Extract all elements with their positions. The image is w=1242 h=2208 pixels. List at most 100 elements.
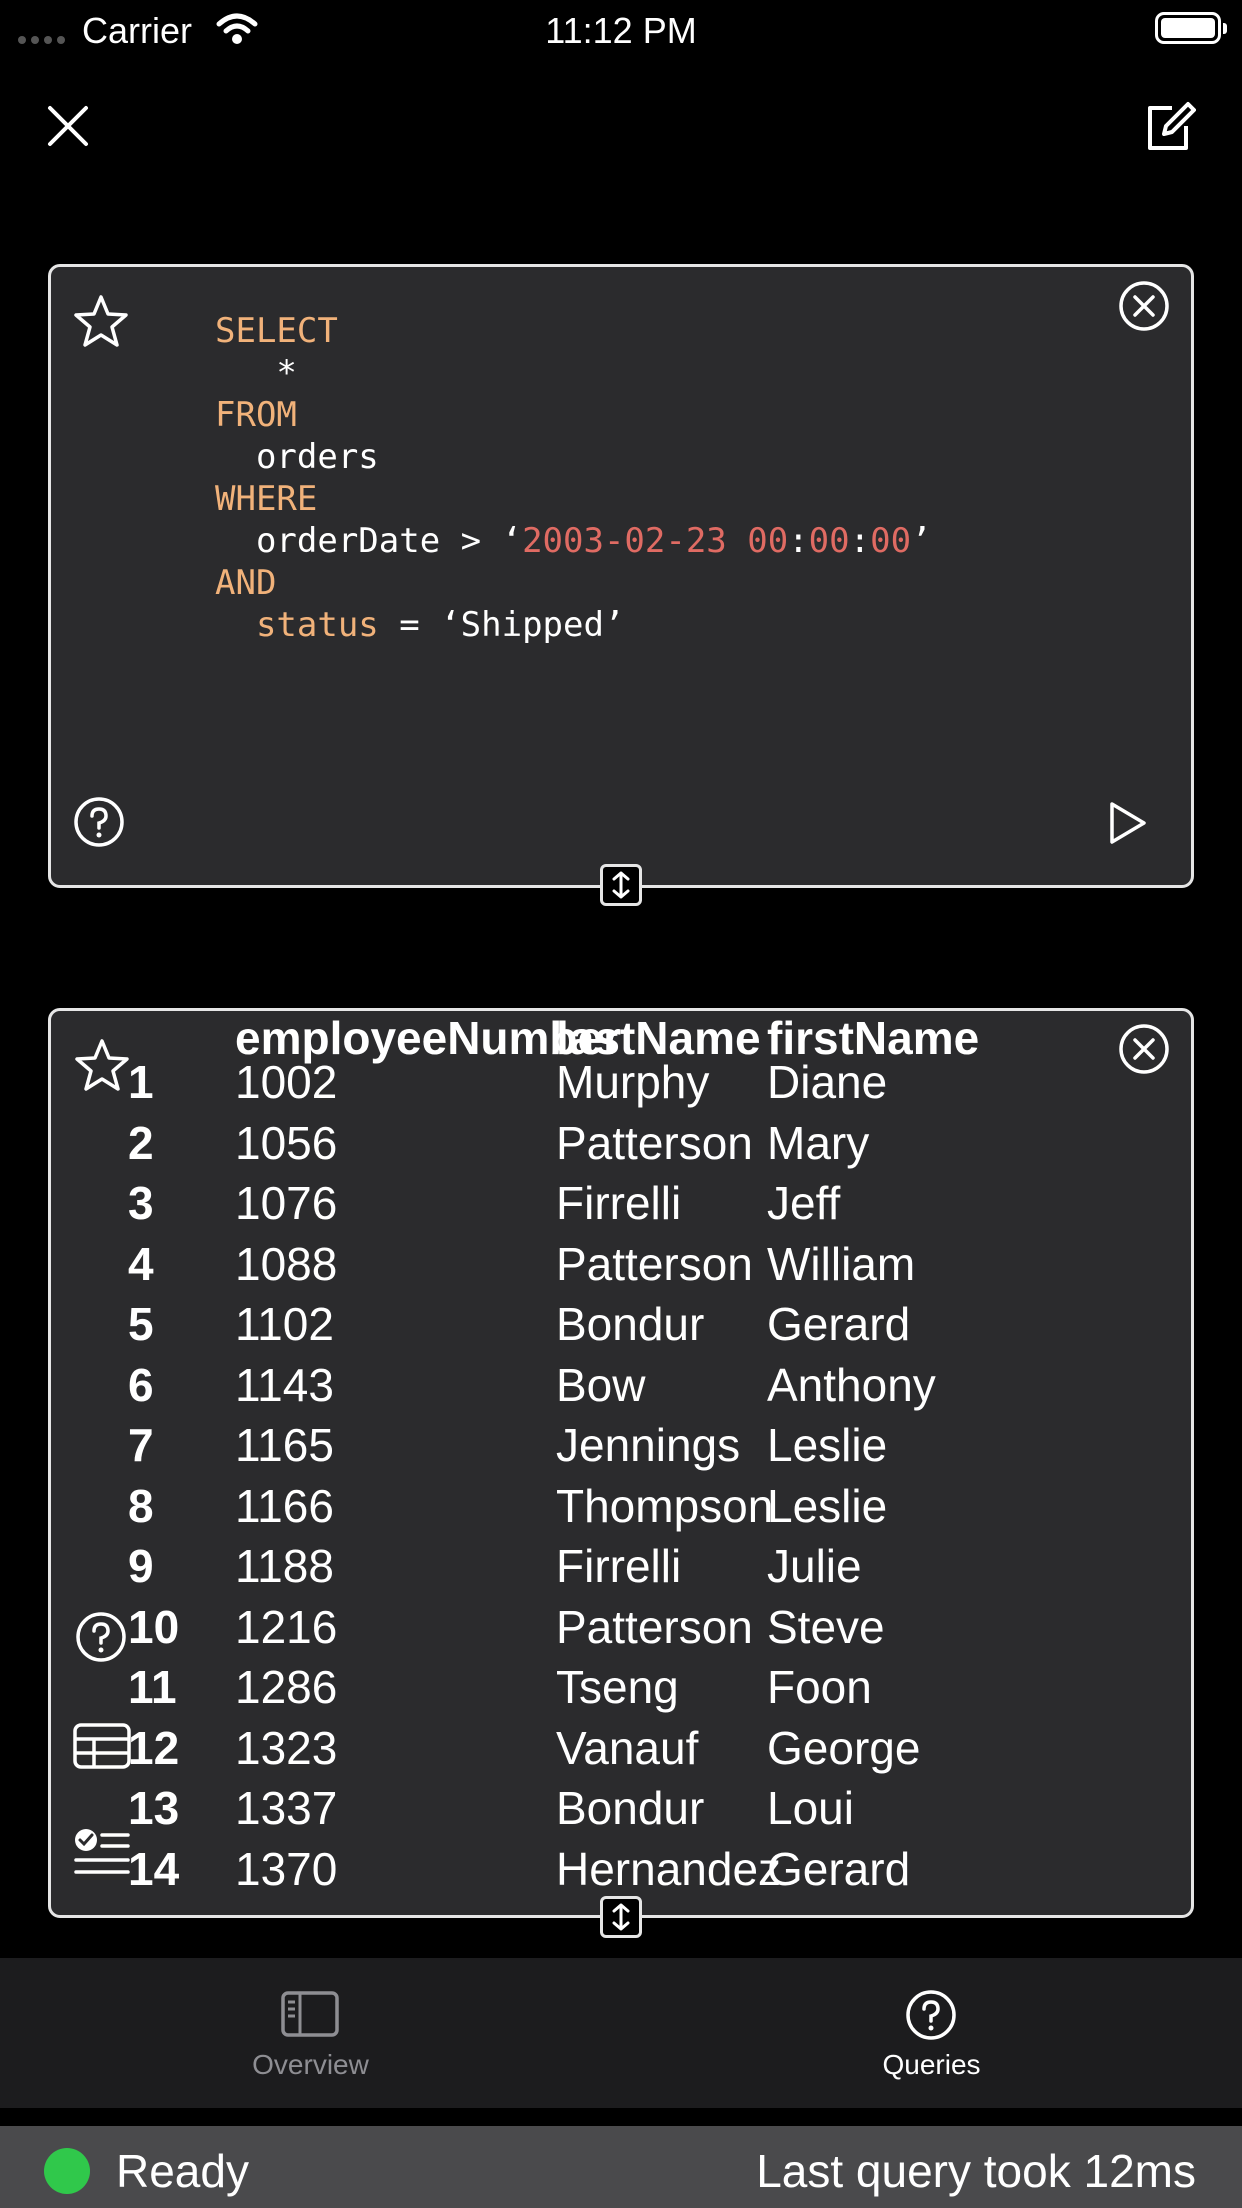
- table-cell: 1143: [235, 1358, 334, 1411]
- question-circle-icon: [906, 1990, 956, 2040]
- results-grid[interactable]: employeeNumber lastName firstName 1 1002 Murp…: [51, 1011, 1191, 1915]
- table-cell: George: [767, 1721, 921, 1774]
- last-query-time: Last query took 12ms: [756, 2145, 1196, 2197]
- sql-line: FROM: [215, 394, 932, 436]
- sql-token: status: [255, 605, 379, 645]
- status-indicator: [44, 2148, 90, 2194]
- help-icon[interactable]: [72, 795, 126, 849]
- sql-token: :: [849, 521, 871, 561]
- table-cell: Hernandez: [556, 1842, 782, 1895]
- table-cell: Bondur: [556, 1782, 705, 1834]
- table-cell: Leslie: [767, 1479, 888, 1532]
- table-cell: Murphy: [556, 1056, 710, 1108]
- checklist-icon[interactable]: [72, 1826, 132, 1878]
- table-cell: Thompson: [556, 1479, 774, 1532]
- table-cell: Anthony: [767, 1358, 936, 1411]
- sql-line: *: [215, 352, 932, 394]
- sql-editor[interactable]: SELECT * FROM orders WHERE orderDate > ‘20…: [215, 310, 932, 646]
- row-number: 4: [128, 1237, 154, 1290]
- row-number: 11: [128, 1661, 177, 1713]
- table-cell: Patterson: [556, 1600, 753, 1653]
- table-cell: 1188: [235, 1540, 334, 1592]
- table-cell: Patterson: [556, 1116, 753, 1169]
- row-number: 6: [128, 1358, 154, 1411]
- sql-line: WHERE: [215, 478, 932, 520]
- sql-token: AND: [215, 563, 277, 603]
- sql-line: status = ‘Shipped’: [215, 604, 932, 646]
- star-icon[interactable]: [71, 292, 131, 352]
- table-cell: Mary: [767, 1116, 870, 1169]
- sql-token: 00: [870, 521, 912, 561]
- resize-handle-results[interactable]: [600, 1896, 642, 1938]
- sql-line: orders: [215, 436, 932, 478]
- table-cell: Firrelli: [556, 1177, 682, 1229]
- row-number: 14: [128, 1842, 180, 1895]
- row-number: 3: [128, 1177, 154, 1229]
- resize-handle-editor[interactable]: [600, 864, 642, 906]
- table-cell: 1337: [235, 1782, 338, 1834]
- sql-token: orders: [255, 437, 379, 477]
- clock: 11:12 PM: [545, 10, 697, 51]
- table-cell: Julie: [767, 1540, 862, 1592]
- run-query-icon[interactable]: [1106, 800, 1150, 846]
- table-cell: Gerard: [767, 1842, 911, 1895]
- table-cell: 1088: [235, 1237, 338, 1290]
- row-number: 2: [128, 1116, 154, 1169]
- sql-line: orderDate > ‘2003-02-23 00:00:00’: [215, 520, 932, 562]
- table-cell: 1056: [235, 1116, 338, 1169]
- table-cell: 1286: [235, 1661, 338, 1713]
- tab-bar: Overview Queries: [0, 1958, 1242, 2108]
- row-number: 7: [128, 1419, 154, 1471]
- sql-token: 2003-02-23 00: [522, 521, 789, 561]
- table-cell: 1323: [235, 1721, 338, 1774]
- table-cell: 1102: [235, 1298, 334, 1350]
- table-cell: 1165: [235, 1419, 334, 1471]
- table-cell: Bow: [556, 1358, 646, 1411]
- close-icon[interactable]: [46, 104, 90, 148]
- table-cell: William: [767, 1237, 916, 1290]
- sql-token: WHERE: [215, 479, 318, 519]
- star-icon[interactable]: [72, 1036, 132, 1096]
- table-cell: Jeff: [767, 1177, 841, 1229]
- table-cell: 1216: [235, 1600, 338, 1653]
- sql-token: :: [788, 521, 809, 561]
- tab-overview[interactable]: Overview: [0, 1958, 621, 2108]
- clear-query-icon[interactable]: [1117, 279, 1171, 333]
- row-number: 5: [128, 1298, 154, 1350]
- table-cell: Diane: [767, 1056, 888, 1108]
- sql-token: ’: [911, 521, 932, 561]
- sql-token: orderDate > ‘: [255, 521, 523, 561]
- close-results-icon[interactable]: [1117, 1022, 1171, 1076]
- table-cell: Gerard: [767, 1298, 911, 1350]
- table-cell: Vanauf: [556, 1721, 699, 1774]
- table-cell: Tseng: [556, 1661, 679, 1713]
- row-number: 13: [128, 1782, 180, 1834]
- sql-token: SELECT: [215, 311, 338, 351]
- table-cell: Steve: [767, 1600, 885, 1653]
- table-cell: Patterson: [556, 1237, 753, 1290]
- table-cell: Leslie: [767, 1419, 888, 1471]
- sql-token: = ‘Shipped’: [378, 605, 625, 645]
- row-number: 12: [128, 1721, 180, 1774]
- tab-queries[interactable]: Queries: [621, 1958, 1242, 2108]
- tab-overview-label: Overview: [252, 2049, 369, 2080]
- table-cell: Loui: [767, 1782, 854, 1834]
- sql-line: AND: [215, 562, 932, 604]
- compose-icon[interactable]: [1142, 100, 1196, 154]
- table-cell: 1002: [235, 1056, 338, 1108]
- sidebar-icon: [281, 1991, 339, 2037]
- table-view-icon[interactable]: [72, 1722, 132, 1770]
- table-cell: 1076: [235, 1177, 338, 1229]
- table-cell: 1166: [235, 1479, 334, 1532]
- sql-token: 00: [808, 521, 850, 561]
- sql-token: FROM: [215, 395, 297, 435]
- status-text: Ready: [116, 2145, 249, 2197]
- battery-icon: [1155, 12, 1227, 44]
- table-cell: Bondur: [556, 1298, 705, 1350]
- tab-queries-label: Queries: [882, 2049, 981, 2080]
- help-icon[interactable]: [74, 1610, 128, 1664]
- table-cell: Firrelli: [556, 1540, 682, 1592]
- sql-line: SELECT: [215, 310, 932, 352]
- table-cell: Foon: [767, 1661, 872, 1713]
- table-cell: 1370: [235, 1842, 338, 1895]
